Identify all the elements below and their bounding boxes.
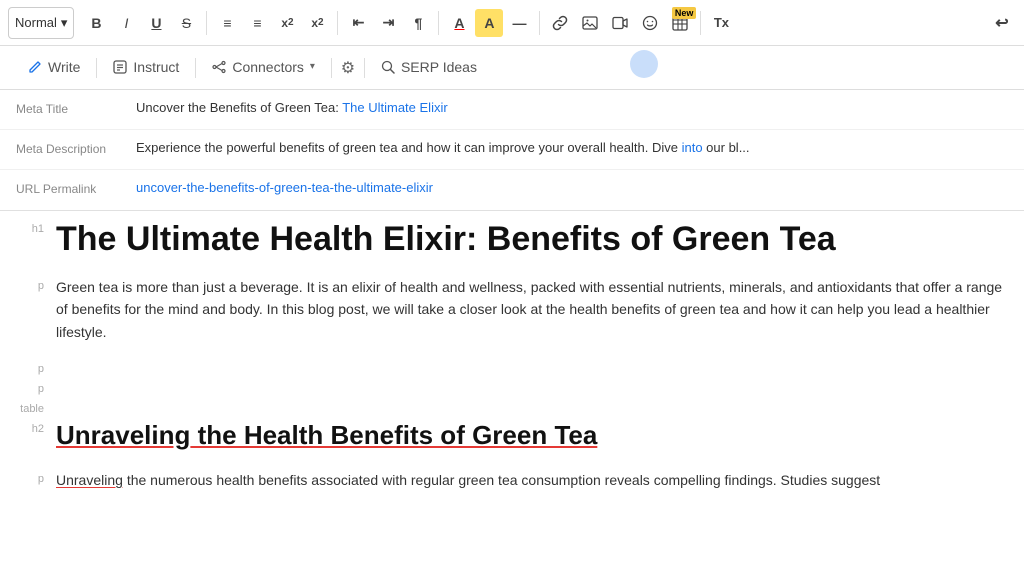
image-button[interactable] bbox=[576, 9, 604, 37]
h1-row: h1 The Ultimate Health Elixir: Benefits … bbox=[16, 211, 1008, 268]
serp-icon bbox=[381, 60, 395, 74]
sep2 bbox=[337, 11, 338, 35]
p1-paragraph[interactable]: Green tea is more than just a beverage. … bbox=[56, 276, 1008, 343]
p1-tag: p bbox=[16, 276, 56, 292]
clear-format-button[interactable]: Tx bbox=[707, 9, 735, 37]
h2-heading[interactable]: Unraveling the Health Benefits of Green … bbox=[56, 419, 1008, 453]
text-direction-button[interactable]: ¶ bbox=[404, 9, 432, 37]
meta-description-label: Meta Description bbox=[16, 140, 136, 156]
strikethrough-button[interactable]: S bbox=[172, 9, 200, 37]
superscript-button[interactable]: x2 bbox=[303, 9, 331, 37]
p4-tag: p bbox=[16, 469, 56, 485]
h1-heading[interactable]: The Ultimate Health Elixir: Benefits of … bbox=[56, 219, 1008, 260]
p2-row: p bbox=[16, 351, 1008, 371]
tab-bar: Write Instruct Connectors ▾ ⚙ SERP Ideas bbox=[0, 46, 1024, 90]
video-button[interactable] bbox=[606, 9, 634, 37]
emoji-icon bbox=[642, 15, 658, 31]
instruct-icon bbox=[113, 60, 127, 74]
highlight-button[interactable]: A bbox=[475, 9, 503, 37]
style-select[interactable]: Normal ▾ bbox=[8, 7, 74, 39]
p2-tag: p bbox=[16, 359, 56, 375]
table-btn-wrapper: New bbox=[666, 9, 694, 37]
meta-title-value[interactable]: Uncover the Benefits of Green Tea: The U… bbox=[136, 100, 1008, 115]
meta-url-value[interactable]: uncover-the-benefits-of-green-tea-the-ul… bbox=[136, 180, 1008, 195]
meta-description-value[interactable]: Experience the powerful benefits of gree… bbox=[136, 140, 1008, 155]
tab-instruct[interactable]: Instruct bbox=[97, 49, 195, 87]
sep3 bbox=[438, 11, 439, 35]
sep1 bbox=[206, 11, 207, 35]
meta-url-label: URL Permalink bbox=[16, 180, 136, 196]
meta-title-label: Meta Title bbox=[16, 100, 136, 116]
indent-right-button[interactable]: ⇥ bbox=[374, 9, 402, 37]
p3-tag: p bbox=[16, 379, 56, 395]
h1-tag: h1 bbox=[16, 219, 56, 235]
ordered-list-button[interactable]: ≡ bbox=[213, 9, 241, 37]
meta-title-link: The Ultimate Elixir bbox=[342, 100, 447, 115]
p1-row: p Green tea is more than just a beverage… bbox=[16, 268, 1008, 351]
connectors-icon bbox=[212, 60, 226, 74]
new-badge: New bbox=[672, 7, 697, 19]
tab-write[interactable]: Write bbox=[12, 49, 96, 87]
underline-button[interactable]: U bbox=[142, 9, 170, 37]
italic-button[interactable]: I bbox=[112, 9, 140, 37]
emoji-button[interactable] bbox=[636, 9, 664, 37]
table-row: table bbox=[16, 391, 1008, 411]
p4-paragraph[interactable]: Unraveling the numerous health benefits … bbox=[56, 469, 1008, 491]
p4-row: p Unraveling the numerous health benefit… bbox=[16, 461, 1008, 499]
write-icon bbox=[28, 60, 42, 74]
h2-tag: h2 bbox=[16, 419, 56, 435]
meta-url-row: URL Permalink uncover-the-benefits-of-gr… bbox=[0, 170, 1024, 210]
unordered-list-button[interactable]: ≡ bbox=[243, 9, 271, 37]
tab-connectors-label: Connectors bbox=[232, 59, 304, 75]
meta-description-row: Meta Description Experience the powerful… bbox=[0, 130, 1024, 170]
tab-connectors[interactable]: Connectors ▾ bbox=[196, 49, 331, 87]
link-icon bbox=[552, 15, 568, 31]
tab-serp[interactable]: SERP Ideas bbox=[365, 49, 493, 87]
indent-left-button[interactable]: ⇤ bbox=[344, 9, 372, 37]
settings-button[interactable]: ⚙ bbox=[332, 52, 364, 84]
p3-row: p bbox=[16, 371, 1008, 391]
connectors-chevron: ▾ bbox=[310, 61, 315, 72]
h2-row: h2 Unraveling the Health Benefits of Gre… bbox=[16, 411, 1008, 461]
hr-button[interactable]: — bbox=[505, 9, 533, 37]
table-tag: table bbox=[16, 399, 56, 415]
content-area: h1 The Ultimate Health Elixir: Benefits … bbox=[0, 211, 1024, 577]
undo-button[interactable]: ↩ bbox=[988, 9, 1016, 37]
sep5 bbox=[700, 11, 701, 35]
subscript-button[interactable]: x2 bbox=[273, 9, 301, 37]
sep4 bbox=[539, 11, 540, 35]
tab-write-label: Write bbox=[48, 59, 80, 75]
link-button[interactable] bbox=[546, 9, 574, 37]
font-color-button[interactable]: A bbox=[445, 9, 473, 37]
style-chevron: ▾ bbox=[61, 15, 68, 31]
image-icon bbox=[582, 15, 598, 31]
meta-title-row: Meta Title Uncover the Benefits of Green… bbox=[0, 90, 1024, 130]
tab-instruct-label: Instruct bbox=[133, 59, 179, 75]
toolbar: Normal ▾ B I U S ≡ ≡ x2 x2 ⇤ ⇥ ¶ A A — bbox=[0, 0, 1024, 46]
meta-section: Meta Title Uncover the Benefits of Green… bbox=[0, 90, 1024, 211]
bold-button[interactable]: B bbox=[82, 9, 110, 37]
style-label: Normal bbox=[15, 15, 57, 30]
video-icon bbox=[612, 15, 628, 31]
tab-serp-label: SERP Ideas bbox=[401, 59, 477, 75]
